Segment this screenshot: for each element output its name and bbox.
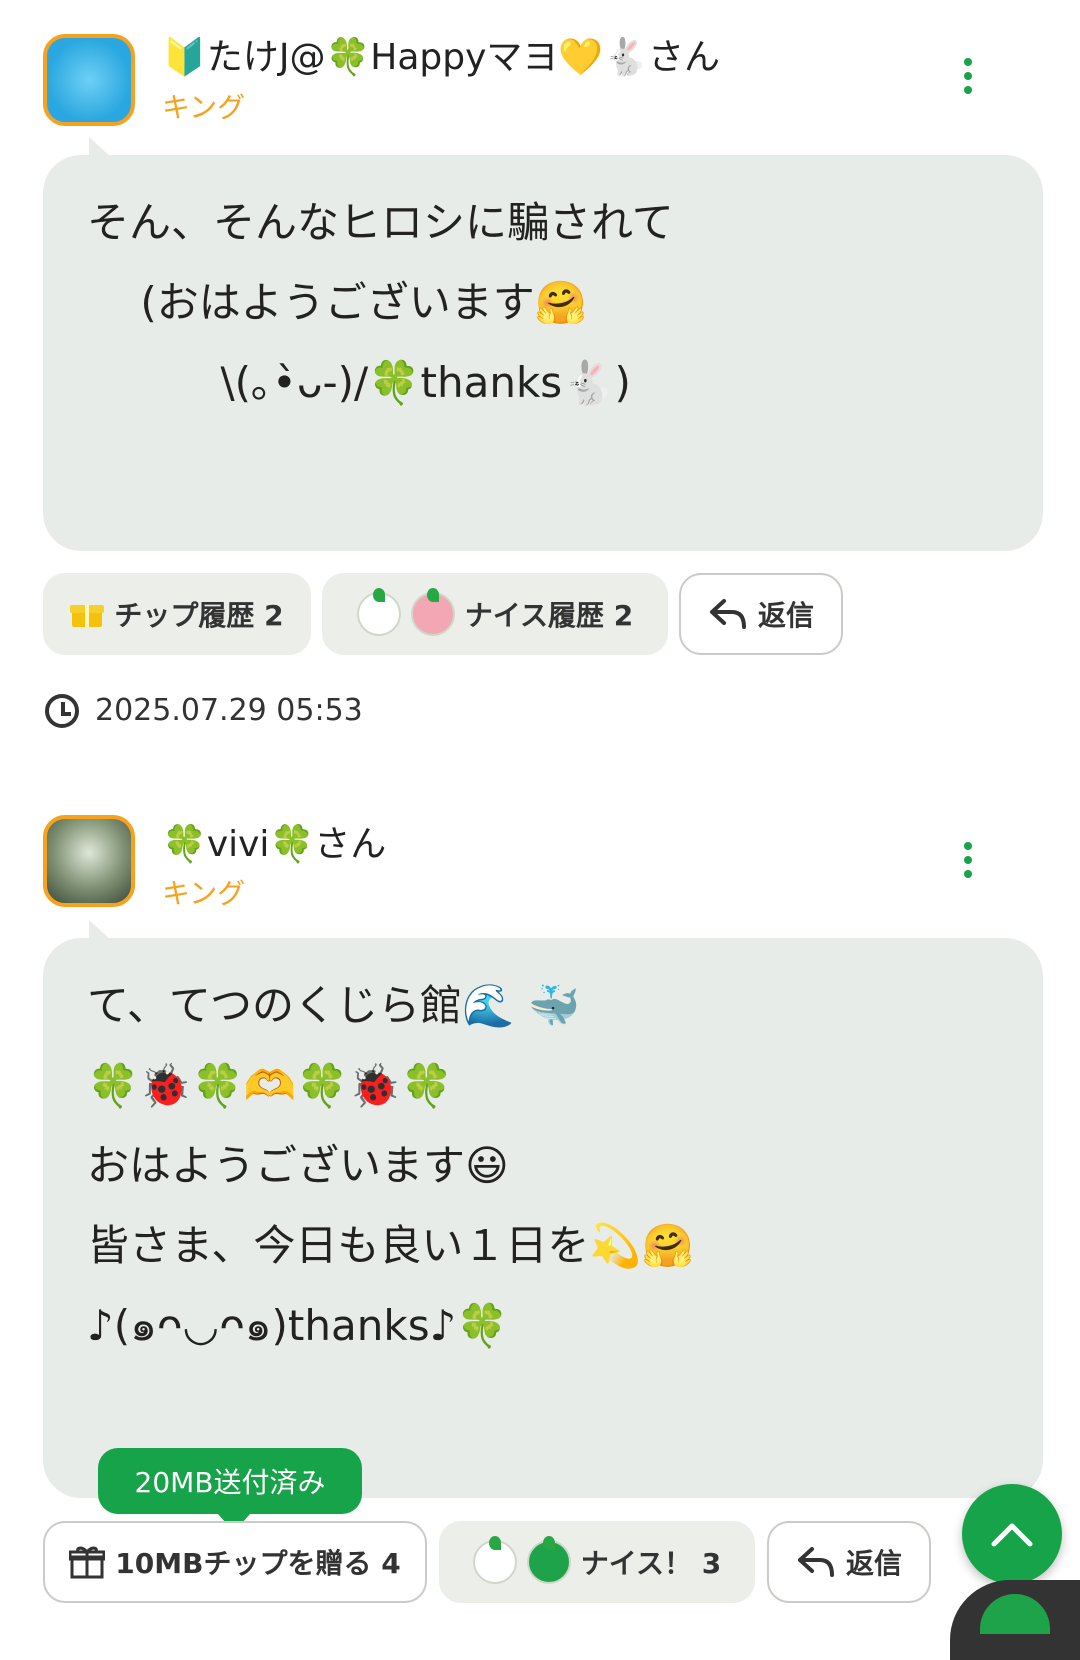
message-bubble: そん、そんなヒロシに騙されて (おはようございます🤗 \(｡•̀ᴗ-)/🍀tha… bbox=[43, 137, 1043, 551]
reply-label: 返信 bbox=[757, 599, 814, 632]
send-tip-label: 10MBチップを贈る 4 bbox=[115, 1547, 401, 1580]
chevron-up-icon bbox=[991, 1523, 1033, 1547]
character-icon bbox=[472, 1536, 517, 1584]
tip-history-button[interactable]: チップ履歴 2 bbox=[43, 573, 311, 655]
tip-sent-label: 20MB送付済み bbox=[134, 1466, 326, 1499]
username[interactable]: 🍀vivi🍀さん bbox=[162, 815, 386, 867]
bubble-tail bbox=[89, 920, 111, 940]
message-line: (おはようございます🤗 bbox=[87, 278, 588, 327]
message-line: 皆さま、今日も良い１日を💫🤗 bbox=[87, 1221, 694, 1270]
message-line: て、てつのくじら館🌊 🐳 bbox=[87, 981, 581, 1030]
message-line: おはようございます😃 bbox=[87, 1141, 509, 1190]
reply-arrow-icon bbox=[797, 1547, 834, 1577]
message-line: 🍀🐞🍀🫶🍀🐞🍀 bbox=[87, 1061, 454, 1110]
character-icon bbox=[356, 588, 401, 636]
user-avatar[interactable] bbox=[43, 34, 135, 126]
nice-button[interactable]: ナイス！ 3 bbox=[439, 1521, 755, 1603]
tip-sent-tooltip: 20MB送付済み bbox=[98, 1448, 362, 1532]
nice-history-button[interactable]: ナイス履歴 2 bbox=[322, 573, 668, 655]
reply-button[interactable]: 返信 bbox=[767, 1521, 931, 1603]
nice-history-label: ナイス履歴 2 bbox=[464, 599, 634, 632]
user-rank: キング bbox=[162, 877, 246, 910]
character-icon bbox=[526, 1536, 571, 1584]
more-vertical-icon[interactable] bbox=[962, 58, 974, 98]
reply-button[interactable]: 返信 bbox=[679, 573, 843, 655]
username[interactable]: 🔰たけJ@🍀Happyマヨ💛🐇さん bbox=[162, 28, 720, 80]
nice-label: ナイス！ 3 bbox=[580, 1547, 722, 1580]
clock-icon bbox=[45, 693, 79, 728]
floating-widget[interactable] bbox=[950, 1580, 1080, 1660]
send-tip-button[interactable]: 10MBチップを贈る 4 bbox=[43, 1521, 427, 1603]
user-avatar[interactable] bbox=[43, 815, 135, 907]
gift-icon bbox=[70, 605, 105, 627]
gift-icon bbox=[69, 1546, 106, 1579]
message-bubble: て、てつのくじら館🌊 🐳 🍀🐞🍀🫶🍀🐞🍀 おはようございます😃 皆さま、今日も良… bbox=[43, 920, 1043, 1498]
message-line: ♪(๑ᴖ◡ᴖ๑)thanks♪🍀 bbox=[87, 1301, 509, 1350]
tip-history-label: チップ履歴 2 bbox=[114, 599, 284, 632]
timestamp: 2025.07.29 05:53 bbox=[45, 693, 363, 728]
message-line: そん、そんなヒロシに騙されて bbox=[87, 198, 674, 247]
scroll-to-top-button[interactable] bbox=[962, 1484, 1062, 1584]
more-vertical-icon[interactable] bbox=[962, 842, 974, 882]
user-rank: キング bbox=[162, 91, 246, 124]
reply-arrow-icon bbox=[709, 599, 746, 629]
character-icon bbox=[410, 588, 455, 636]
message-line: \(｡•̀ᴗ-)/🍀thanks🐇) bbox=[87, 358, 631, 407]
bubble-tail bbox=[89, 137, 111, 157]
reply-label: 返信 bbox=[845, 1547, 902, 1580]
timestamp-text: 2025.07.29 05:53 bbox=[95, 693, 363, 728]
